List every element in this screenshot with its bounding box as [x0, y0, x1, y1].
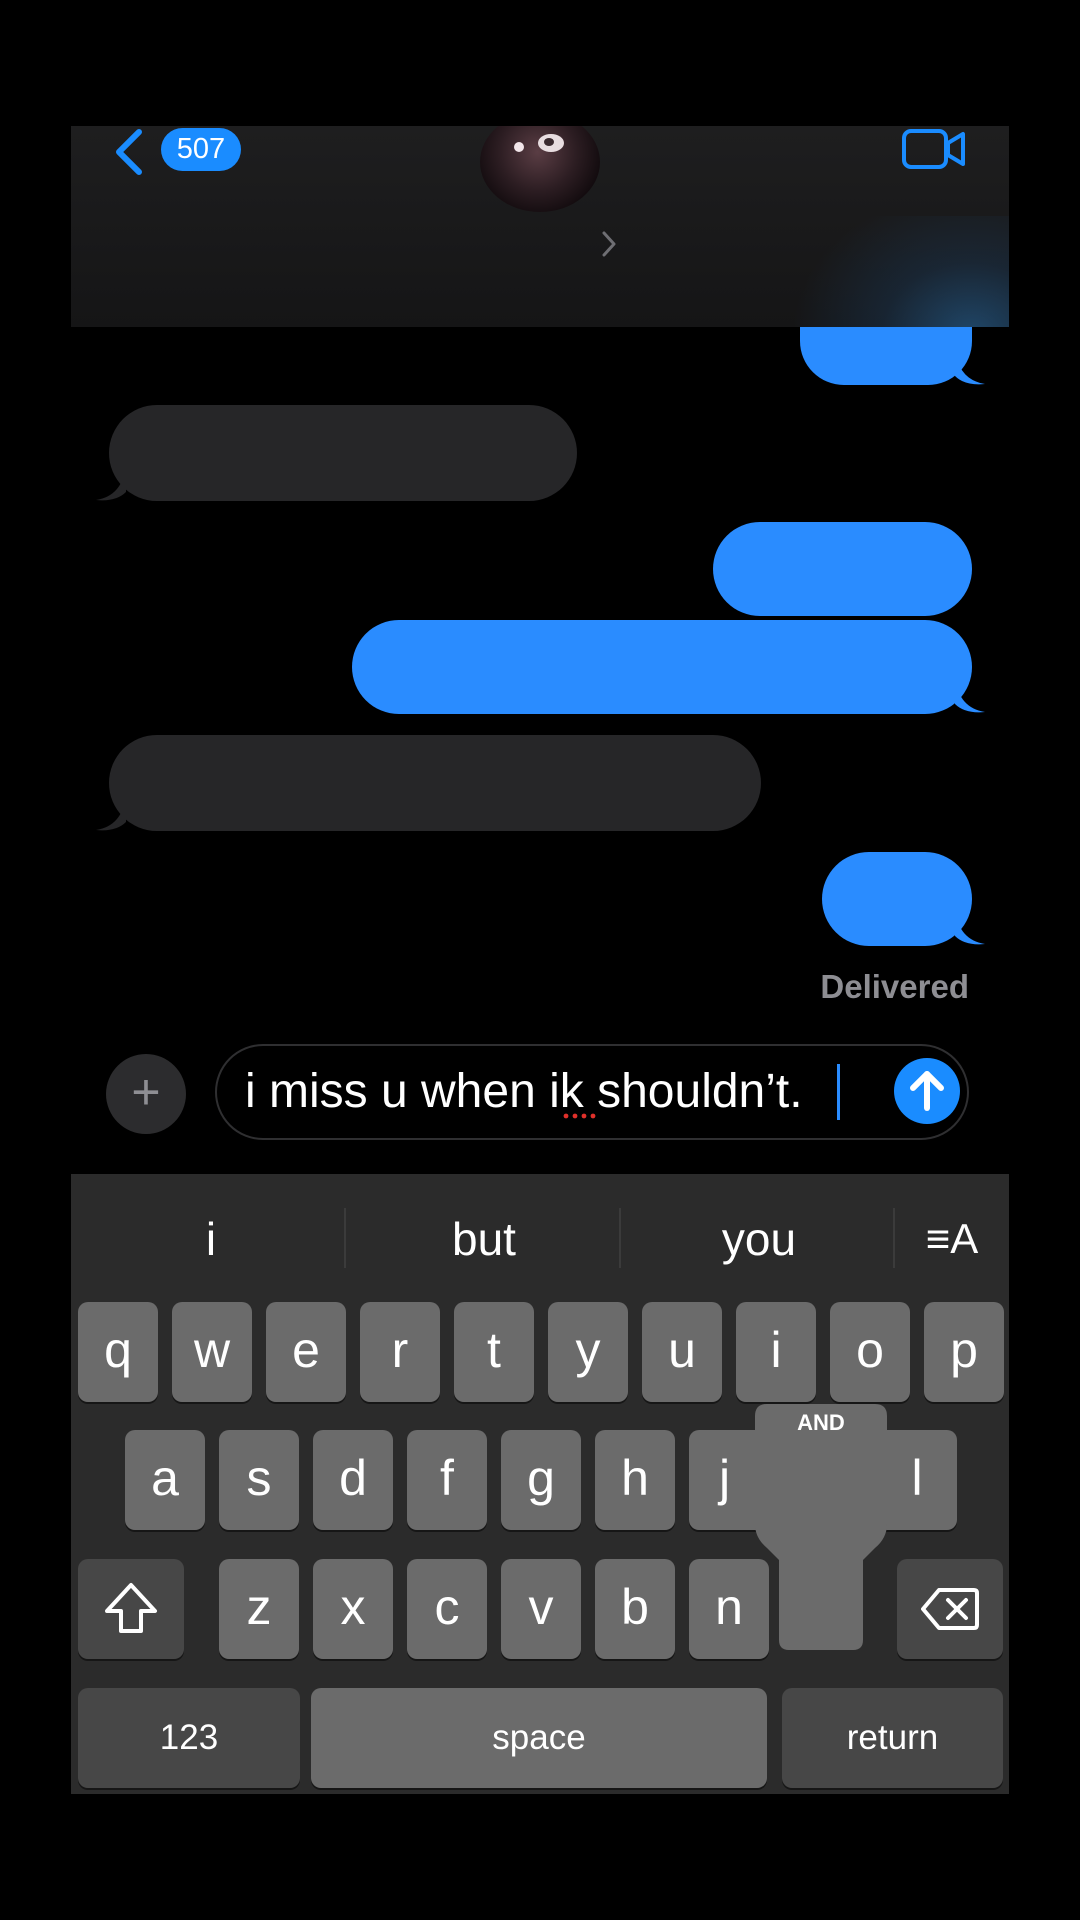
chevron-left-icon[interactable]	[111, 128, 147, 176]
key-c[interactable]: c	[407, 1559, 487, 1659]
chevron-right-icon[interactable]	[601, 230, 617, 258]
arrow-up-icon	[910, 1071, 944, 1111]
conversation-header: 507	[71, 126, 1009, 327]
plus-button[interactable]: +	[106, 1054, 186, 1134]
key-s[interactable]: s	[219, 1430, 299, 1530]
suggestion-3[interactable]: you	[629, 1204, 889, 1274]
suggestion-1[interactable]: i	[111, 1204, 311, 1274]
sent-message-bubble[interactable]	[800, 327, 972, 385]
key-y[interactable]: y	[548, 1302, 628, 1402]
key-q[interactable]: q	[78, 1302, 158, 1402]
text-format-icon[interactable]: ≡A	[907, 1204, 997, 1274]
contact-avatar[interactable]	[480, 126, 600, 212]
suggestion-divider	[893, 1208, 895, 1268]
key-i[interactable]: i	[736, 1302, 816, 1402]
key-a[interactable]: a	[125, 1430, 205, 1530]
key-b[interactable]: b	[595, 1559, 675, 1659]
key-r[interactable]: r	[360, 1302, 440, 1402]
key-w[interactable]: w	[172, 1302, 252, 1402]
bubble-tail	[955, 350, 985, 385]
spellcheck-underline	[563, 1113, 596, 1119]
delivered-status: Delivered	[820, 968, 969, 1005]
send-button[interactable]	[894, 1058, 960, 1124]
key-n[interactable]: n	[689, 1559, 769, 1659]
header-glow	[791, 216, 1009, 327]
key-popup-label: AND	[797, 1410, 845, 1435]
bubble-tail	[955, 678, 985, 713]
delete-key[interactable]	[897, 1559, 1003, 1659]
sent-message-bubble[interactable]	[352, 620, 972, 714]
received-message-bubble[interactable]	[109, 735, 761, 831]
sent-message-bubble[interactable]	[713, 522, 972, 616]
suggestion-2[interactable]: but	[354, 1204, 614, 1274]
bubble-tail	[96, 796, 126, 831]
key-o[interactable]: o	[830, 1302, 910, 1402]
bubble-tail	[96, 466, 126, 501]
key-press-popup	[755, 1404, 887, 1650]
key-p[interactable]: p	[924, 1302, 1004, 1402]
key-h[interactable]: h	[595, 1430, 675, 1530]
space-key[interactable]: space	[311, 1688, 767, 1788]
shift-key[interactable]	[78, 1559, 184, 1659]
key-z[interactable]: z	[219, 1559, 299, 1659]
key-d[interactable]: d	[313, 1430, 393, 1530]
key-u[interactable]: u	[642, 1302, 722, 1402]
shift-arrow-icon	[105, 1583, 157, 1633]
text-cursor	[837, 1064, 840, 1120]
keyboard: i but you ≡A q w e r t y u i o p a s d f…	[71, 1174, 1009, 1794]
backspace-icon	[921, 1588, 979, 1630]
key-x[interactable]: x	[313, 1559, 393, 1659]
unread-count-badge[interactable]: 507	[161, 128, 241, 171]
key-e[interactable]: e	[266, 1302, 346, 1402]
message-input-text[interactable]: i miss u when ik shouldn’t.	[245, 1060, 803, 1124]
key-v[interactable]: v	[501, 1559, 581, 1659]
video-camera-icon[interactable]	[901, 126, 967, 172]
received-message-bubble[interactable]	[109, 405, 577, 501]
bubble-tail	[955, 910, 985, 945]
suggestion-divider	[344, 1208, 346, 1268]
key-f[interactable]: f	[407, 1430, 487, 1530]
numbers-key[interactable]: 123	[78, 1688, 300, 1788]
return-key[interactable]: return	[782, 1688, 1003, 1788]
sent-message-bubble[interactable]	[822, 852, 972, 946]
key-g[interactable]: g	[501, 1430, 581, 1530]
suggestion-divider	[619, 1208, 621, 1268]
key-t[interactable]: t	[454, 1302, 534, 1402]
